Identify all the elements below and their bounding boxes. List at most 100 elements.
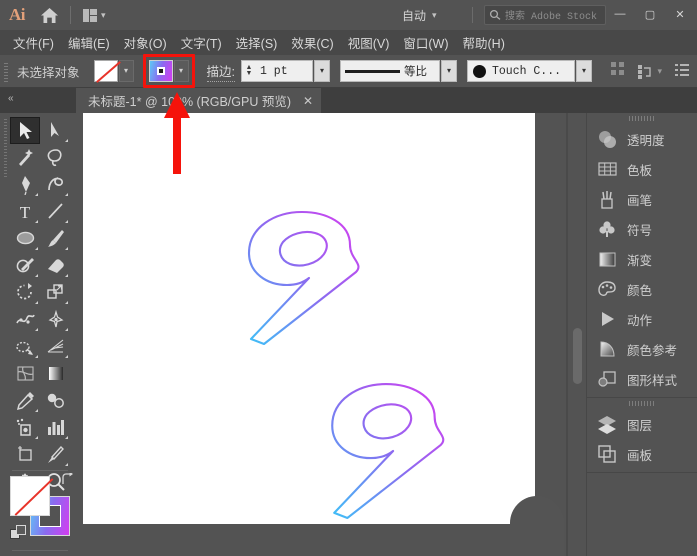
stroke-profile-preview [345,70,400,73]
column-graph-tool[interactable] [40,414,70,441]
tool-flyout-indicator [65,436,68,439]
close-button[interactable]: ✕ [665,3,695,25]
adobe-stock-search[interactable]: 搜索 Adobe Stock [484,5,606,25]
brush-definition-chevron[interactable]: ▾ [576,60,592,82]
document-tab[interactable]: 未标题-1* @ 100% (RGB/GPU 预览) ✕ [76,88,321,113]
gradient-tool[interactable] [40,360,70,387]
tool-flyout-indicator [65,193,68,196]
eraser-tool[interactable] [40,252,70,279]
direct-selection-tool[interactable] [40,117,70,144]
type-tool[interactable]: T [10,198,40,225]
panel-collapse-arrows-icon[interactable]: « [8,93,13,104]
scale-tool[interactable] [40,279,70,306]
line-segment-tool[interactable] [40,198,70,225]
rotate-tool[interactable] [10,279,40,306]
tool-flyout-indicator [35,328,38,331]
tool-flyout-indicator [35,355,38,358]
dock-item-渐变[interactable]: 渐变 [587,244,697,274]
dock-item-画笔[interactable]: 画笔 [587,184,697,214]
transparency-icon [597,129,618,150]
menu-item[interactable]: 效果(C) [284,30,340,55]
menu-item[interactable]: 视图(V) [341,30,397,55]
color-guide-icon [597,339,618,360]
shaper-tool[interactable] [10,252,40,279]
paintbrush-tool[interactable] [40,225,70,252]
perspective-grid-tool[interactable] [40,333,70,360]
eyedropper-tool[interactable] [10,387,40,414]
selection-status: 未选择对象 [17,62,80,81]
vertical-scrollbar[interactable] [573,328,582,384]
magic-wand-tool[interactable] [10,144,40,171]
workspace-layout-icon[interactable]: ▾ [77,4,112,26]
shape-builder-tool[interactable] [10,333,40,360]
graphic-styles-icon [597,369,618,390]
dock-item-色板[interactable]: 色板 [587,154,697,184]
home-icon[interactable] [34,0,64,30]
titlebar-divider-2 [472,7,473,23]
menu-item[interactable]: 文字(T) [174,30,229,55]
lasso-tool[interactable] [40,144,70,171]
free-transform-tool[interactable] [40,306,70,333]
stroke-weight-dropdown[interactable]: ▾ [314,60,330,82]
dock-group-grip[interactable] [587,398,697,409]
dock-item-图层[interactable]: 图层 [587,409,697,439]
menu-item[interactable]: 选择(S) [229,30,285,55]
artboards-icon [597,444,618,465]
dock-item-透明度[interactable]: 透明度 [587,124,697,154]
stroke-swatch-dropdown[interactable]: ▾ [174,60,189,82]
artboard[interactable] [83,113,535,524]
menu-item[interactable]: 对象(O) [117,30,174,55]
blend-tool[interactable] [40,387,70,414]
dock-item-颜色[interactable]: 颜色 [587,274,697,304]
canvas-right-edge [566,113,568,556]
artboard-tool[interactable] [10,441,40,468]
slice-tool[interactable] [40,441,70,468]
menu-item[interactable]: 编辑(E) [61,30,117,55]
dock-item-颜色参考[interactable]: 颜色参考 [587,334,697,364]
dock-item-动作[interactable]: 动作 [587,304,697,334]
dock-item-画板[interactable]: 画板 [587,439,697,469]
auto-mode-dropdown[interactable]: 自动 ▾ [396,4,443,26]
dock-item-符号[interactable]: 符号 [587,214,697,244]
default-fill-stroke-icon[interactable] [10,524,27,546]
minimize-button[interactable]: — [605,3,635,25]
stroke-weight-label[interactable]: 描边: [207,61,235,82]
mesh-tool[interactable] [10,360,40,387]
tool-flyout-indicator [65,247,68,250]
width-tool[interactable] [10,306,40,333]
menu-item[interactable]: 窗口(W) [396,30,455,55]
stroke-weight-stepper[interactable]: ▲▼ [242,65,256,77]
fill-swatch-group[interactable]: ▾ [94,60,134,82]
fill-swatch-dropdown[interactable]: ▾ [119,60,134,82]
digit-nine-outline-bottom[interactable] [321,381,453,521]
symbol-sprayer-tool[interactable] [10,414,40,441]
selection-tool[interactable] [10,117,40,144]
digit-nine-outline-top[interactable] [238,209,368,347]
gradient-panel-icon [597,249,618,270]
ellipse-tool[interactable] [10,225,40,252]
curvature-tool[interactable] [40,171,70,198]
menu-item[interactable]: 帮助(H) [456,30,512,55]
maximize-button[interactable]: ▢ [635,3,665,25]
fill-indicator-none[interactable] [10,476,50,516]
fill-none-swatch[interactable] [94,60,118,82]
stroke-gradient-swatch[interactable] [149,60,173,82]
pen-tool[interactable] [10,171,40,198]
close-icon[interactable]: ✕ [303,94,313,108]
canvas-area[interactable] [70,113,586,556]
control-bar-grip[interactable] [2,60,11,82]
color-palette-icon [597,279,618,300]
menu-item[interactable]: 文件(F) [6,30,61,55]
dock-group-grip[interactable] [587,113,697,124]
dock-item-图形样式[interactable]: 图形样式 [587,364,697,394]
tools-panel-grip[interactable] [2,113,9,556]
brush-definition-dropdown[interactable]: Touch C... [467,60,575,82]
align-objects-icon[interactable] [611,62,625,81]
stroke-profile-dropdown[interactable]: 等比 [340,60,440,82]
stroke-weight-input[interactable]: ▲▼ 1 pt [241,60,313,82]
more-options-icon[interactable] [675,63,689,81]
swap-fill-stroke-icon[interactable] [61,473,74,488]
arrange-transform-icon[interactable]: ▾ [638,65,662,79]
stroke-profile-chevron[interactable]: ▾ [441,60,457,82]
stroke-profile-label: 等比 [404,63,427,79]
